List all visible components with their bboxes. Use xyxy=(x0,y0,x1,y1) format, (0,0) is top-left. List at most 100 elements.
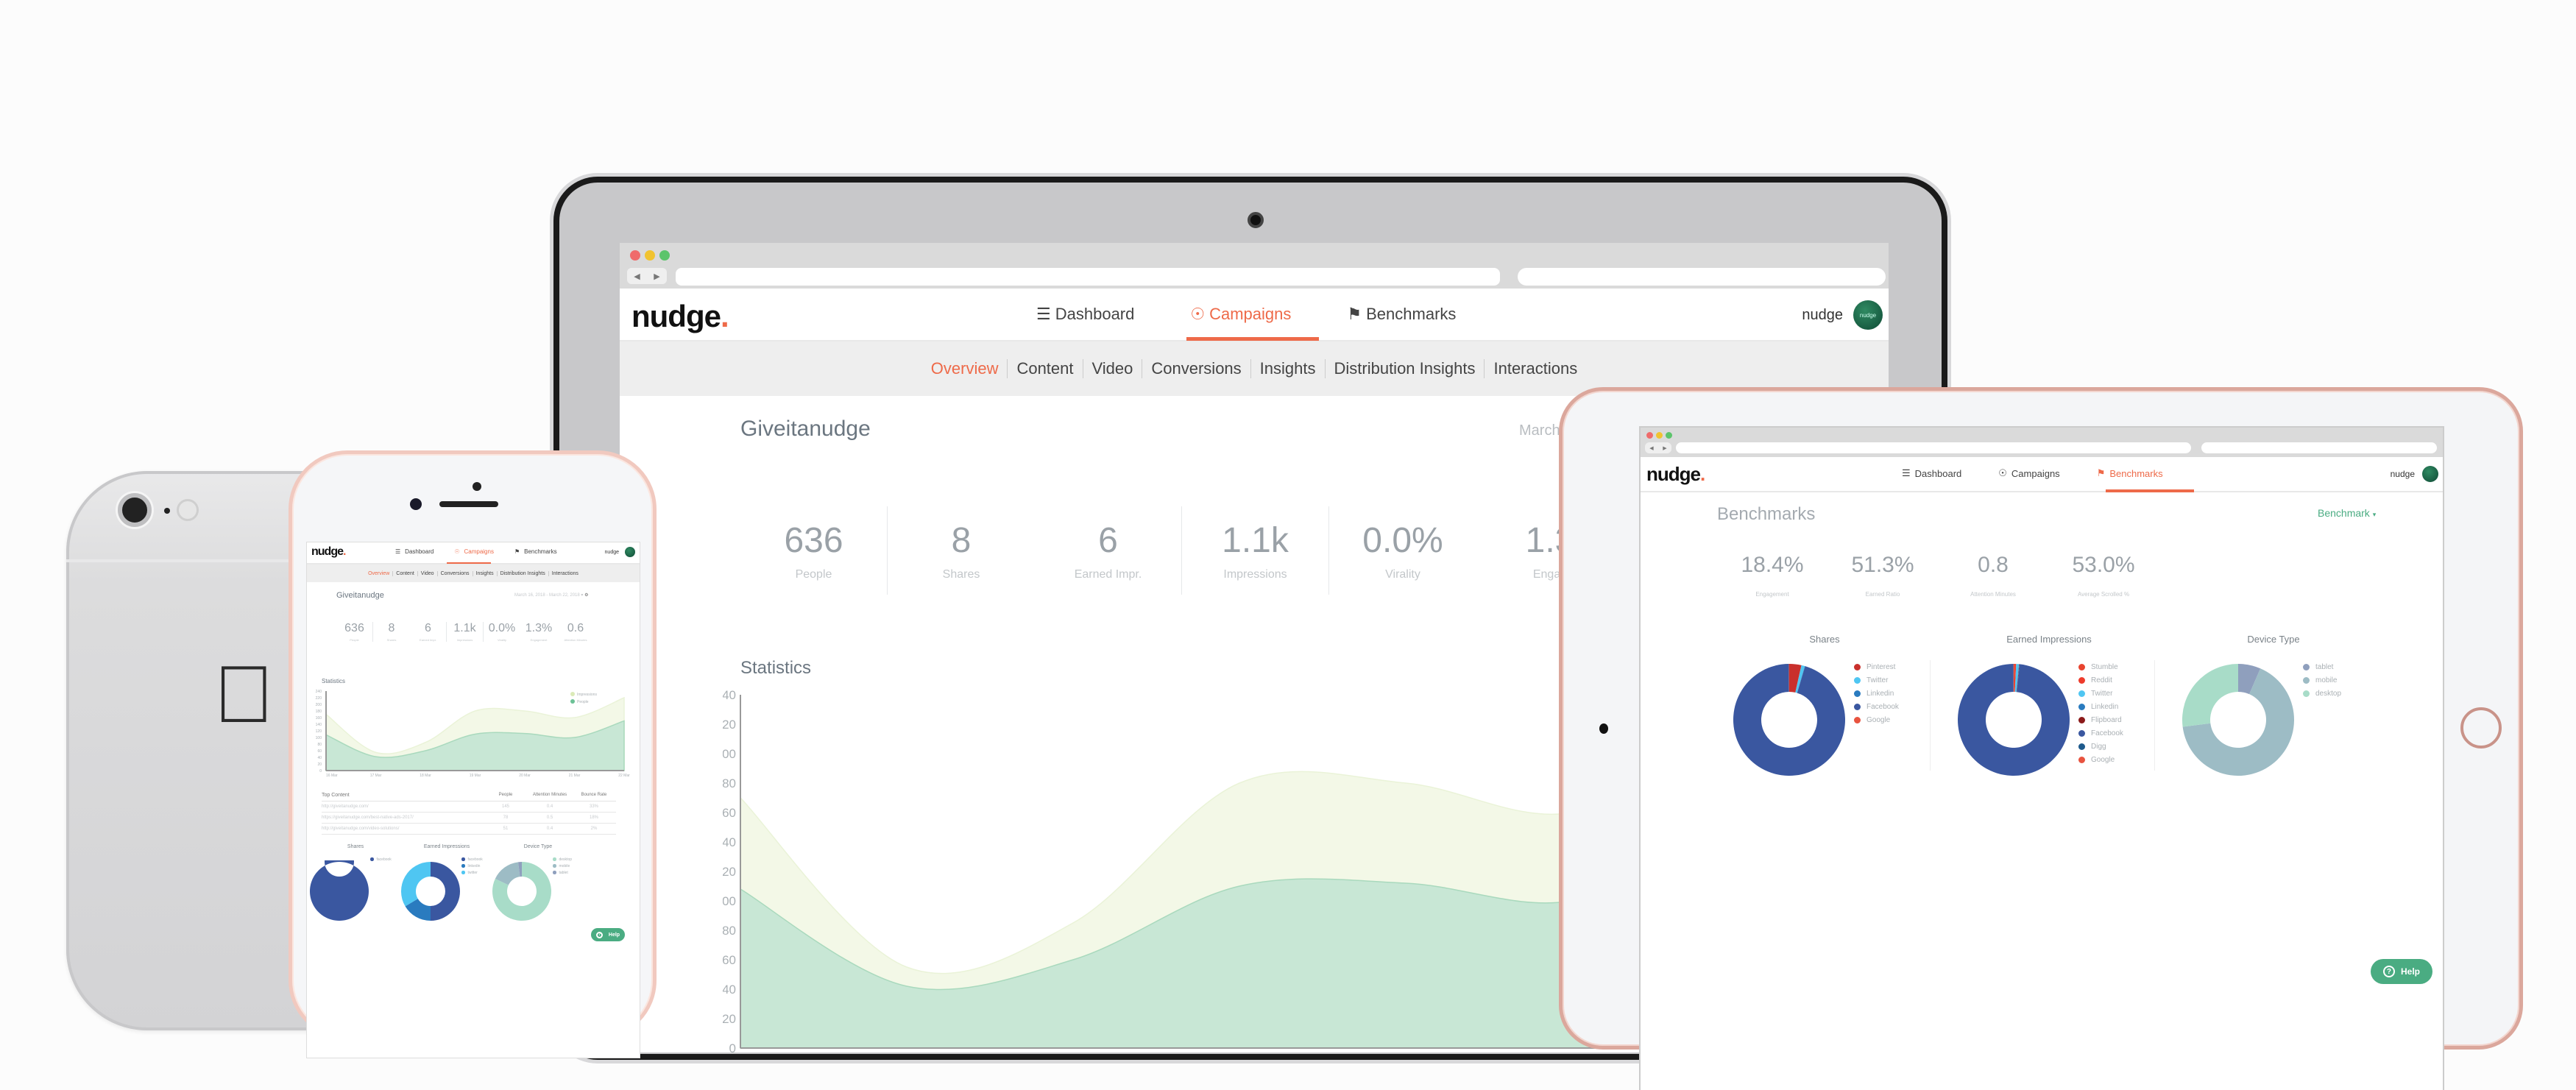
legend-item[interactable]: Pinterest xyxy=(1854,660,1899,673)
subnav-distribution-insights[interactable]: Distribution Insights xyxy=(497,571,548,576)
slice-desktop[interactable] xyxy=(2182,664,2238,727)
subnav-conversions[interactable]: Conversions xyxy=(1142,359,1250,378)
avatar[interactable] xyxy=(2422,466,2438,482)
subnav-video[interactable]: Video xyxy=(1083,359,1142,378)
forward-icon[interactable]: ▶ xyxy=(1663,445,1666,451)
nudge-logo[interactable]: nudge. xyxy=(311,545,345,559)
legend-item[interactable]: Linkedin xyxy=(2078,700,2123,713)
legend-item[interactable]: Facebook xyxy=(2078,726,2123,740)
legend-item[interactable]: facebook xyxy=(370,856,392,863)
legend-item[interactable]: desktop xyxy=(553,856,572,863)
legend-item[interactable]: mobile xyxy=(2303,673,2341,687)
legend-item[interactable]: Facebook xyxy=(1854,700,1899,713)
back-icon[interactable]: ◀ xyxy=(634,272,640,281)
subnav-content[interactable]: Content xyxy=(1007,359,1082,378)
legend-item[interactable]: tablet xyxy=(2303,660,2341,673)
minimize-window-icon[interactable] xyxy=(1656,432,1663,439)
address-bar[interactable] xyxy=(1676,442,2191,453)
slice-facebook[interactable] xyxy=(431,862,460,921)
legend-label: Facebook xyxy=(1866,703,1899,711)
nav-dashboard[interactable]: ☰Dashboard xyxy=(1036,305,1134,324)
nav-campaigns[interactable]: ☉Campaigns xyxy=(1998,467,2059,479)
nav-benchmarks[interactable]: ⚑Benchmarks xyxy=(2097,467,2163,479)
legend-item[interactable]: facebook xyxy=(461,856,483,863)
maximize-window-icon[interactable] xyxy=(1666,432,1672,439)
back-icon[interactable]: ◀ xyxy=(1649,445,1653,451)
table-row[interactable]: http://giveitanudge.com/video-solutions/… xyxy=(322,824,616,835)
legend-label[interactable]: Impressions xyxy=(577,693,597,697)
search-bar[interactable] xyxy=(2201,442,2437,453)
nav-benchmarks[interactable]: ⚑Benchmarks xyxy=(1347,305,1456,324)
legend-item[interactable]: Google xyxy=(2078,753,2123,766)
forward-icon[interactable]: ▶ xyxy=(654,272,659,281)
maximize-window-icon[interactable] xyxy=(659,250,670,261)
close-window-icon[interactable] xyxy=(1646,432,1653,439)
nav-campaigns[interactable]: ☉Campaigns xyxy=(1190,305,1291,324)
user-menu[interactable]: nudge nudge xyxy=(1802,300,1883,330)
avatar[interactable] xyxy=(625,547,635,557)
nav-campaigns[interactable]: ☉Campaigns xyxy=(454,548,494,555)
subnav-overview[interactable]: Overview xyxy=(922,359,1008,378)
y-tick-label: 60 xyxy=(723,953,736,967)
legend-item[interactable]: Flipboard xyxy=(2078,713,2123,726)
cell-url[interactable]: http://giveitanudge.com/ xyxy=(322,804,484,809)
legend-item[interactable]: Google xyxy=(1854,713,1899,726)
nav-benchmarks[interactable]: ⚑Benchmarks xyxy=(514,548,557,555)
close-window-icon[interactable] xyxy=(630,250,640,261)
subnav-insights[interactable]: Insights xyxy=(473,571,497,576)
help-button[interactable]: ?Help xyxy=(591,928,625,941)
user-menu[interactable]: nudge xyxy=(605,547,635,557)
stats-row: 636People8Shares6Earned Impr.1.1kImpress… xyxy=(336,622,594,642)
subnav-conversions[interactable]: Conversions xyxy=(437,571,473,576)
back-forward-buttons[interactable]: ◀▶ xyxy=(1645,442,1671,453)
legend-label[interactable]: People xyxy=(577,700,589,704)
slice-twitter[interactable] xyxy=(401,862,431,906)
search-bar[interactable] xyxy=(1518,268,1886,286)
legend-item[interactable]: tablet xyxy=(553,869,572,876)
nav-dashboard[interactable]: ☰Dashboard xyxy=(395,548,434,555)
legend-item[interactable]: twitter xyxy=(461,869,483,876)
top-content-table: Top Content People Attention Minutes Bou… xyxy=(322,793,616,835)
legend-item[interactable]: Stumble xyxy=(2078,660,2123,673)
legend-item[interactable]: Reddit xyxy=(2078,673,2123,687)
legend-item[interactable]: desktop xyxy=(2303,687,2341,700)
table-row[interactable]: https://giveitanudge.com/best-native-ads… xyxy=(322,813,616,824)
address-bar[interactable] xyxy=(676,268,1500,286)
slice-facebook[interactable] xyxy=(310,860,369,921)
gear-icon[interactable]: ⚙ xyxy=(584,593,588,598)
legend-item[interactable]: Linkedin xyxy=(1854,687,1899,700)
x-tick-label: 16 Mar xyxy=(326,774,338,778)
cell-url[interactable]: https://giveitanudge.com/best-native-ads… xyxy=(322,815,484,820)
legend-item[interactable]: Digg xyxy=(2078,740,2123,753)
iphone-front-device: nudge. ☰Dashboard ☉Campaigns ⚑Benchmarks… xyxy=(289,450,657,1039)
table-title: Top Content xyxy=(322,793,484,798)
legend-item[interactable]: Twitter xyxy=(2078,687,2123,700)
benchmark-dropdown[interactable]: Benchmark ▾ xyxy=(2318,507,2376,519)
subnav-interactions[interactable]: Interactions xyxy=(1484,359,1586,378)
date-range-picker[interactable]: March 16, 2018 - March 22, 2018 ▾ ⚙ xyxy=(514,592,588,598)
nav-dashboard[interactable]: ☰Dashboard xyxy=(1902,467,1961,479)
help-button[interactable]: ?Help xyxy=(2371,959,2432,984)
y-tick-label: 180 xyxy=(316,709,322,714)
avatar[interactable]: nudge xyxy=(1853,300,1883,330)
legend-item[interactable]: linkedin xyxy=(461,863,483,869)
legend-item[interactable]: Twitter xyxy=(1854,673,1899,687)
legend-marker xyxy=(1854,717,1861,723)
table-row[interactable]: http://giveitanudge.com/1450.433% xyxy=(322,801,616,813)
nudge-logo[interactable]: nudge. xyxy=(1646,463,1705,486)
legend-item[interactable]: mobile xyxy=(553,863,572,869)
subnav-interactions[interactable]: Interactions xyxy=(548,571,581,576)
back-forward-buttons[interactable]: ◀▶ xyxy=(627,268,667,284)
subnav-insights[interactable]: Insights xyxy=(1250,359,1325,378)
subnav-video[interactable]: Video xyxy=(417,571,437,576)
date-range-picker[interactable]: March xyxy=(1519,422,1560,439)
nudge-logo[interactable]: nudge. xyxy=(631,299,729,334)
cell-url[interactable]: http://giveitanudge.com/video-solutions/ xyxy=(322,827,484,831)
home-button[interactable] xyxy=(2460,707,2502,749)
stat-shares: 8Shares xyxy=(373,622,410,642)
user-menu[interactable]: nudge xyxy=(2391,466,2438,482)
subnav-content[interactable]: Content xyxy=(392,571,417,576)
subnav-distribution-insights[interactable]: Distribution Insights xyxy=(1325,359,1485,378)
subnav-overview[interactable]: Overview xyxy=(365,571,392,576)
minimize-window-icon[interactable] xyxy=(645,250,655,261)
